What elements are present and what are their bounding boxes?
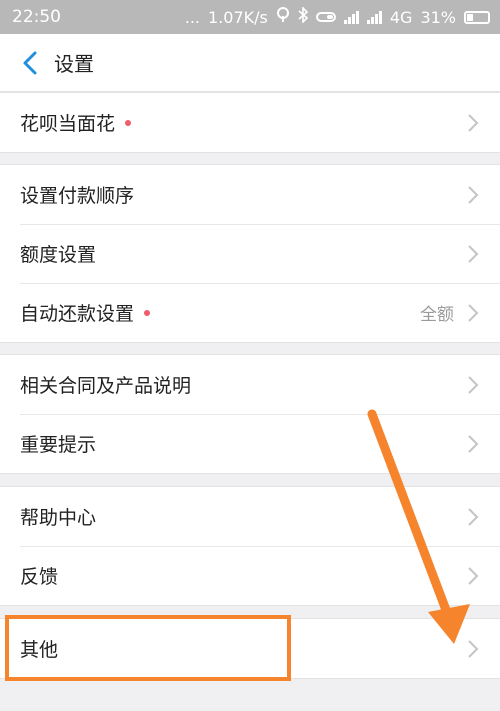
row-auto-repay[interactable]: 自动还款设置 全额	[0, 283, 500, 342]
row-huabei-dangmianhua[interactable]: 花呗当面花	[0, 93, 500, 152]
row-payment-order[interactable]: 设置付款顺序	[0, 165, 500, 224]
row-label: 帮助中心	[20, 507, 97, 529]
chevron-right-icon	[466, 374, 480, 396]
row-help-center[interactable]: 帮助中心	[0, 487, 500, 546]
network-type: 4G	[389, 7, 413, 27]
nav-bar: 设置	[0, 34, 500, 92]
row-value: 全额	[420, 305, 454, 325]
status-dots: ...	[184, 7, 201, 27]
signal-icon-2	[366, 10, 382, 24]
row-label: 相关合同及产品说明	[20, 375, 192, 397]
toggle-icon	[315, 12, 336, 22]
network-speed: 1.07K/s	[208, 7, 268, 27]
row-feedback[interactable]: 反馈	[0, 546, 500, 605]
row-label: 反馈	[20, 566, 59, 588]
row-label: 设置付款顺序	[20, 185, 135, 207]
row-label: 额度设置	[20, 244, 97, 266]
notification-dot	[144, 309, 151, 316]
status-bar: 22:50 ... 1.07K/s 4G 31%	[0, 0, 500, 34]
chevron-right-icon	[466, 638, 480, 660]
row-important-notice[interactable]: 重要提示	[0, 414, 500, 473]
chevron-right-icon	[466, 243, 480, 265]
section-other: 其他	[0, 618, 500, 679]
row-contracts[interactable]: 相关合同及产品说明	[0, 355, 500, 414]
chevron-right-icon	[466, 184, 480, 206]
signal-icon	[343, 10, 359, 24]
back-button[interactable]	[10, 43, 50, 83]
row-credit-limit[interactable]: 额度设置	[0, 224, 500, 283]
chevron-right-icon	[466, 112, 480, 134]
hotspot-icon	[276, 7, 290, 27]
status-time: 22:50	[12, 7, 61, 27]
status-indicators: ... 1.07K/s 4G 31%	[184, 6, 490, 27]
bluetooth-icon	[298, 6, 309, 27]
row-label: 花呗当面花	[20, 113, 116, 135]
chevron-right-icon	[466, 506, 480, 528]
notification-dot	[125, 119, 132, 126]
page-title: 设置	[54, 52, 94, 76]
section-help: 帮助中心 反馈	[0, 486, 500, 606]
row-label: 自动还款设置	[20, 303, 135, 325]
battery-percent: 31%	[420, 7, 456, 27]
chevron-right-icon	[466, 302, 480, 324]
battery-icon	[464, 10, 490, 24]
chevron-left-icon	[23, 51, 37, 74]
row-label: 其他	[20, 639, 59, 661]
section-payment: 设置付款顺序 额度设置 自动还款设置 全额	[0, 164, 500, 343]
chevron-right-icon	[466, 433, 480, 455]
section-contracts: 相关合同及产品说明 重要提示	[0, 354, 500, 474]
row-other[interactable]: 其他	[0, 619, 500, 678]
row-label: 重要提示	[20, 434, 97, 456]
section-huabei: 花呗当面花	[0, 92, 500, 153]
chevron-right-icon	[466, 565, 480, 587]
